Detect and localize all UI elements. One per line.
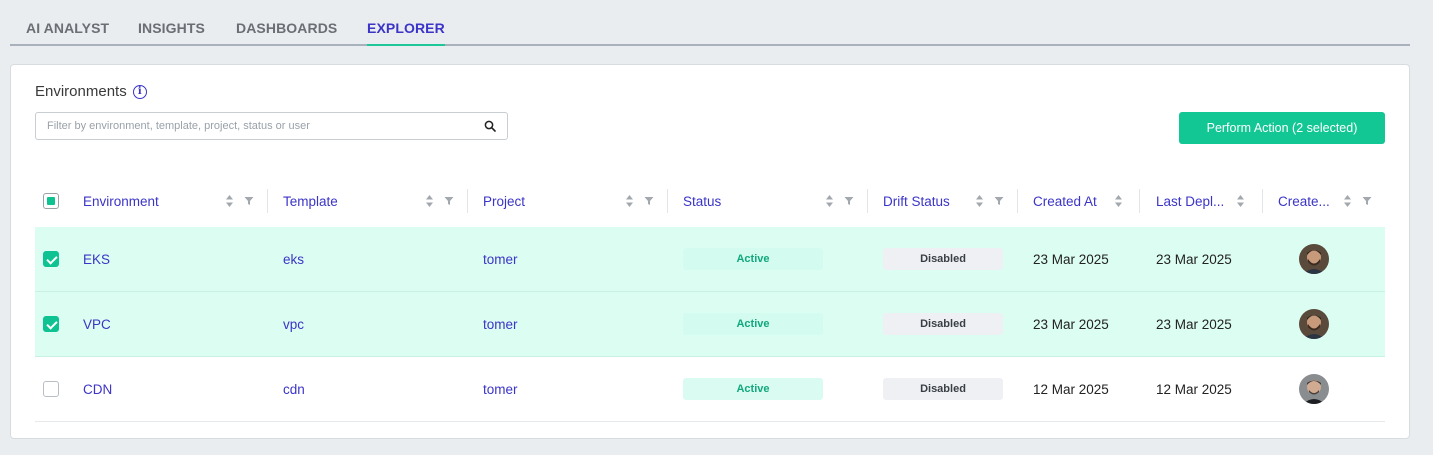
sort-icon[interactable] bbox=[425, 194, 434, 208]
sort-icon[interactable] bbox=[825, 194, 834, 208]
tab-insights[interactable]: INSIGHTS bbox=[138, 20, 205, 36]
info-icon[interactable]: i bbox=[132, 84, 147, 99]
column-divider bbox=[867, 189, 868, 213]
environment-link[interactable]: VPC bbox=[83, 292, 111, 356]
created-at-value: 23 Mar 2025 bbox=[1033, 251, 1109, 267]
created-at-value: 12 Mar 2025 bbox=[1033, 381, 1109, 397]
column-header-status[interactable]: Status bbox=[683, 175, 721, 227]
environments-table: Environment Template Project Status Drif… bbox=[35, 175, 1385, 422]
template-link[interactable]: vpc bbox=[283, 292, 304, 356]
column-header-drift-status[interactable]: Drift Status bbox=[883, 175, 950, 227]
filter-icon[interactable] bbox=[244, 196, 254, 206]
environments-card: Environments i Perform Action (2 selecte… bbox=[10, 64, 1410, 439]
last-deployed-value: 23 Mar 2025 bbox=[1156, 316, 1232, 332]
user-avatar[interactable] bbox=[1299, 374, 1329, 404]
top-nav-tabs: AI ANALYST INSIGHTS DASHBOARDS EXPLORER bbox=[10, 0, 1410, 46]
row-checkbox[interactable] bbox=[43, 381, 59, 397]
search-icon[interactable] bbox=[484, 120, 496, 132]
tab-dashboards[interactable]: DASHBOARDS bbox=[236, 20, 337, 36]
column-divider bbox=[1017, 189, 1018, 213]
filter-icon[interactable] bbox=[444, 196, 454, 206]
filter-icon[interactable] bbox=[844, 196, 854, 206]
sort-icon[interactable] bbox=[1114, 194, 1123, 208]
status-badge: Active bbox=[683, 313, 823, 335]
project-link[interactable]: tomer bbox=[483, 292, 518, 356]
drift-status-badge: Disabled bbox=[883, 378, 1003, 400]
last-deployed-value: 12 Mar 2025 bbox=[1156, 381, 1232, 397]
select-all-checkbox[interactable] bbox=[43, 193, 59, 209]
sort-icon[interactable] bbox=[1343, 194, 1352, 208]
table-row[interactable]: CDN cdn tomer Active Disabled 12 Mar 202… bbox=[35, 357, 1385, 422]
sort-icon[interactable] bbox=[1236, 194, 1245, 208]
table-row[interactable]: EKS eks tomer Active Disabled 23 Mar 202… bbox=[35, 227, 1385, 292]
column-header-environment[interactable]: Environment bbox=[83, 175, 159, 227]
filter-icon[interactable] bbox=[994, 196, 1004, 206]
column-header-last-deployed[interactable]: Last Depl... bbox=[1156, 175, 1224, 227]
sort-icon[interactable] bbox=[225, 194, 234, 208]
perform-action-button[interactable]: Perform Action (2 selected) bbox=[1179, 112, 1385, 144]
drift-status-badge: Disabled bbox=[883, 313, 1003, 335]
search-box bbox=[35, 112, 508, 140]
environment-link[interactable]: EKS bbox=[83, 227, 110, 291]
drift-status-badge: Disabled bbox=[883, 248, 1003, 270]
tab-ai-analyst[interactable]: AI ANALYST bbox=[26, 20, 109, 36]
template-link[interactable]: cdn bbox=[283, 357, 305, 421]
status-badge: Active bbox=[683, 378, 823, 400]
search-input[interactable] bbox=[47, 113, 477, 139]
sort-icon[interactable] bbox=[975, 194, 984, 208]
created-at-value: 23 Mar 2025 bbox=[1033, 316, 1109, 332]
column-divider bbox=[267, 189, 268, 213]
environments-header: Environments i bbox=[35, 83, 147, 100]
row-checkbox[interactable] bbox=[43, 251, 59, 267]
column-divider bbox=[1262, 189, 1263, 213]
sort-icon[interactable] bbox=[625, 194, 634, 208]
user-avatar[interactable] bbox=[1299, 244, 1329, 274]
status-badge: Active bbox=[683, 248, 823, 270]
environment-link[interactable]: CDN bbox=[83, 357, 112, 421]
row-checkbox[interactable] bbox=[43, 316, 59, 332]
column-header-created-at[interactable]: Created At bbox=[1033, 175, 1097, 227]
tab-explorer[interactable]: EXPLORER bbox=[367, 20, 445, 46]
column-divider bbox=[467, 189, 468, 213]
user-avatar[interactable] bbox=[1299, 309, 1329, 339]
column-divider bbox=[667, 189, 668, 213]
column-divider bbox=[1139, 189, 1140, 213]
last-deployed-value: 23 Mar 2025 bbox=[1156, 251, 1232, 267]
table-row[interactable]: VPC vpc tomer Active Disabled 23 Mar 202… bbox=[35, 292, 1385, 357]
template-link[interactable]: eks bbox=[283, 227, 304, 291]
column-header-template[interactable]: Template bbox=[283, 175, 338, 227]
column-header-created-by[interactable]: Create... bbox=[1278, 175, 1330, 227]
filter-icon[interactable] bbox=[644, 196, 654, 206]
project-link[interactable]: tomer bbox=[483, 357, 518, 421]
table-header: Environment Template Project Status Drif… bbox=[35, 175, 1385, 227]
column-header-project[interactable]: Project bbox=[483, 175, 525, 227]
project-link[interactable]: tomer bbox=[483, 227, 518, 291]
environments-title: Environments bbox=[35, 83, 127, 100]
filter-icon[interactable] bbox=[1362, 196, 1372, 206]
